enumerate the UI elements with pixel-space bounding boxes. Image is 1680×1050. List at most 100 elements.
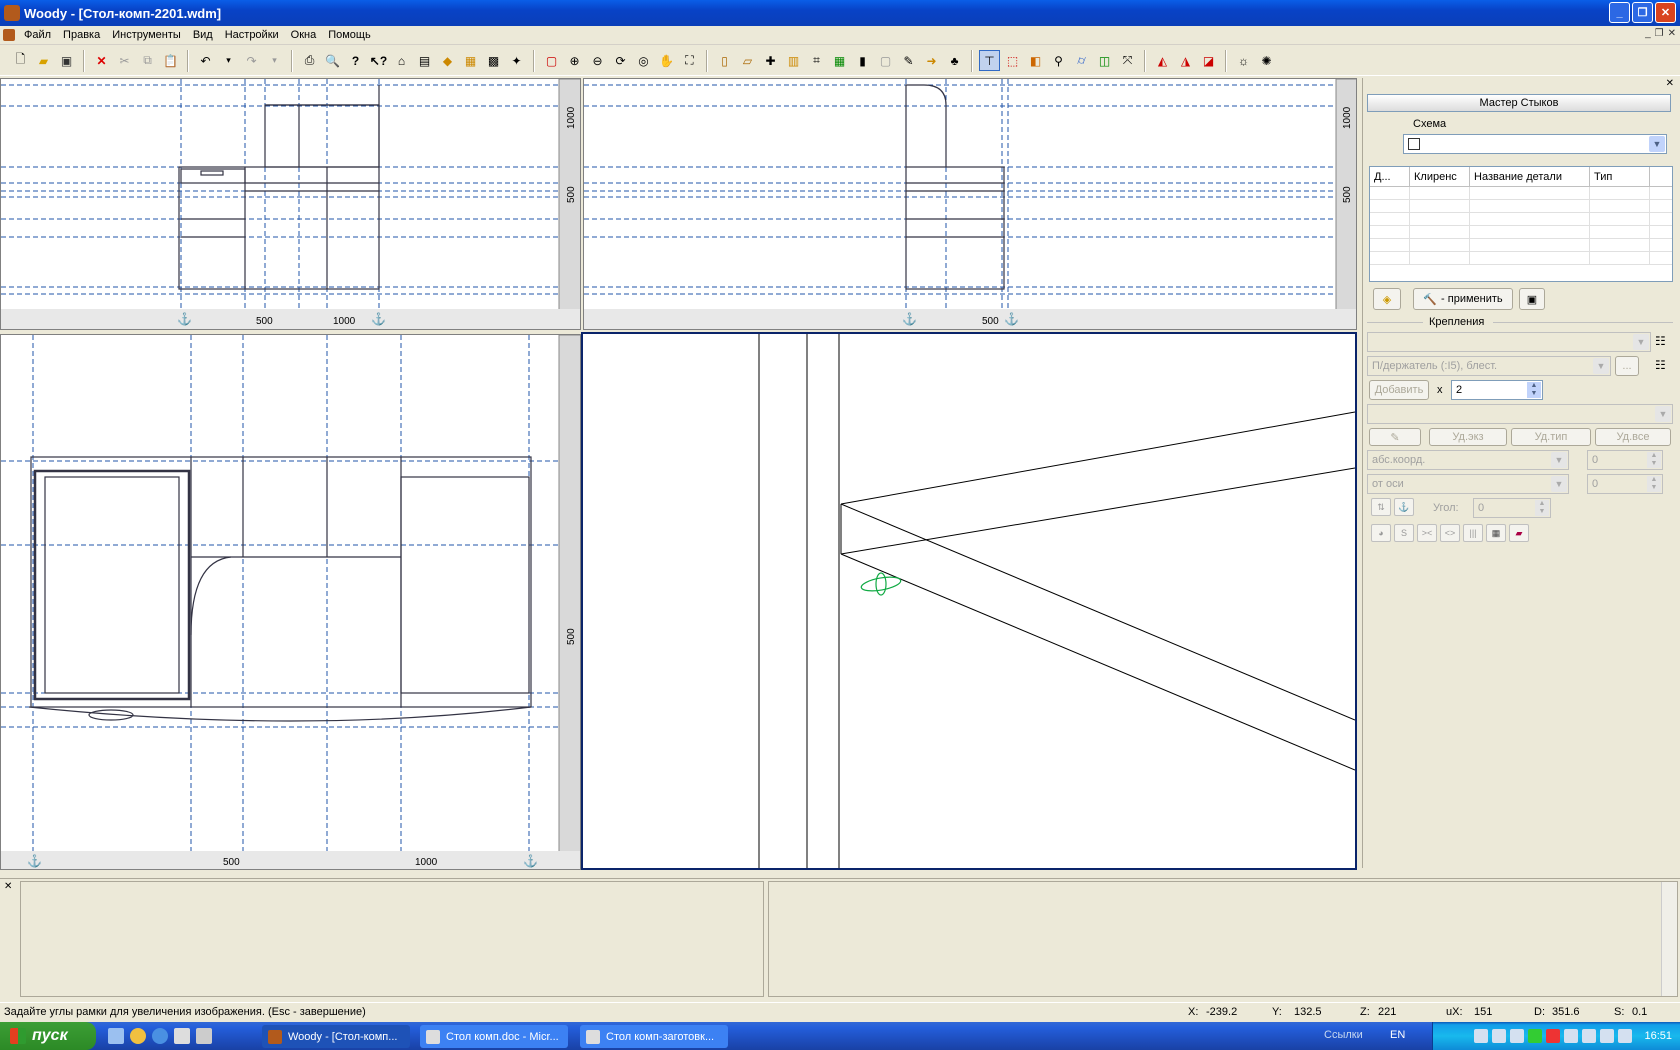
col-part-name[interactable]: Название детали	[1470, 167, 1590, 186]
tool-b-icon[interactable]: ▤	[414, 50, 435, 71]
task-woody[interactable]: Woody - [Стол-комп...	[262, 1025, 410, 1048]
panel-header[interactable]: Мастер Стыков	[1367, 94, 1671, 112]
mdi-close-button[interactable]: ✕	[1668, 28, 1676, 39]
col-type[interactable]: Тип	[1590, 167, 1650, 186]
bottom-close-icon[interactable]: ✕	[4, 881, 12, 892]
light-icon[interactable]: ✺	[1256, 50, 1277, 71]
menu-view[interactable]: Вид	[187, 29, 219, 41]
menu-file[interactable]: Файл	[18, 29, 57, 41]
panel-d-icon[interactable]: ▥	[783, 50, 804, 71]
tool-red-b-icon[interactable]: ◮	[1175, 50, 1196, 71]
tool-a-icon[interactable]: ⌂	[391, 50, 412, 71]
scheme-select[interactable]: ▼	[1403, 134, 1667, 154]
spin-arrows-icon[interactable]: ▲ ▼	[1527, 382, 1541, 398]
table-row[interactable]	[1370, 213, 1672, 226]
update-icon[interactable]	[1564, 1029, 1579, 1043]
print-preview-icon[interactable]: 🔍	[322, 50, 343, 71]
tool-red-a-icon[interactable]: ◭	[1152, 50, 1173, 71]
view-front-icon[interactable]: ⊤	[979, 50, 1000, 71]
output-pane[interactable]	[20, 881, 764, 997]
book-icon[interactable]: ▰	[1509, 524, 1529, 542]
app-icon[interactable]	[196, 1028, 212, 1044]
task-word-doc[interactable]: Стол комп.doc - Micr...	[420, 1025, 568, 1048]
network-icon[interactable]	[1474, 1029, 1489, 1043]
panel-j-icon[interactable]: ➜	[921, 50, 942, 71]
fastener-select[interactable]: П/держатель (:I5), блест. ▼	[1367, 356, 1611, 376]
redo-dropdown-icon[interactable]: ▾	[264, 50, 285, 71]
view-shaded-icon[interactable]: ◧	[1025, 50, 1046, 71]
antivirus-icon[interactable]	[1528, 1029, 1543, 1043]
offset-input-2[interactable]: 0 ▲ ▼	[1587, 474, 1663, 494]
close-button[interactable]: ✕	[1655, 2, 1676, 23]
panel-close-icon[interactable]: ✕	[1666, 78, 1674, 89]
coord-mode-select[interactable]: абс.коорд. ▼	[1367, 450, 1569, 470]
offset-input-1[interactable]: 0 ▲ ▼	[1587, 450, 1663, 470]
menu-edit[interactable]: Правка	[57, 29, 106, 41]
rotate-icon[interactable]: ⟳	[610, 50, 631, 71]
count-input[interactable]: 2 ▲ ▼	[1451, 380, 1543, 400]
menu-windows[interactable]: Окна	[285, 29, 323, 41]
fastener-instance-select[interactable]: ▼	[1367, 404, 1673, 424]
new-file-icon[interactable]: 🗋	[10, 50, 31, 71]
restore-button[interactable]: ❐	[1632, 2, 1653, 23]
top-view-viewport[interactable]: 500 500 1000 ⚓ ⚓	[0, 334, 581, 870]
tool-d-icon[interactable]: ▦	[460, 50, 481, 71]
calculator-icon[interactable]: ▦	[1486, 524, 1506, 542]
view-fit-icon[interactable]: ⤧	[1117, 50, 1138, 71]
undo-dropdown-icon[interactable]: ▾	[218, 50, 239, 71]
language-indicator[interactable]: EN	[1390, 1029, 1405, 1041]
lamp-icon[interactable]: ☼	[1233, 50, 1254, 71]
panel-f-icon[interactable]: ▦	[829, 50, 850, 71]
panel-c-icon[interactable]: ✚	[760, 50, 781, 71]
3d-view-viewport[interactable]	[581, 332, 1357, 870]
orbit-icon[interactable]: ◎	[633, 50, 654, 71]
context-help-icon[interactable]: ↖?	[368, 50, 389, 71]
messenger-icon[interactable]	[1600, 1029, 1615, 1043]
col-clearance[interactable]: Клиренс	[1410, 167, 1470, 186]
zoom-window-icon[interactable]: ▢	[541, 50, 562, 71]
view-layers-icon[interactable]: ◫	[1094, 50, 1115, 71]
browse-button[interactable]: ...	[1615, 356, 1639, 376]
desktop-icon[interactable]	[108, 1028, 124, 1044]
magic-wand-icon[interactable]: ✦	[506, 50, 527, 71]
browser-icon[interactable]	[130, 1028, 146, 1044]
help-icon[interactable]: ?	[345, 50, 366, 71]
flip-vertical-icon[interactable]: ⇅	[1371, 498, 1391, 516]
redo-icon[interactable]: ↷	[241, 50, 262, 71]
zoom-prev-icon[interactable]: ⊖	[587, 50, 608, 71]
tool-e-icon[interactable]: ▩	[483, 50, 504, 71]
apply-button[interactable]: 🔨 - применить	[1413, 288, 1513, 310]
angle-input[interactable]: 0 ▲ ▼	[1473, 498, 1551, 518]
start-button[interactable]: пуск	[0, 1022, 96, 1050]
menu-settings[interactable]: Настройки	[219, 29, 285, 41]
save-icon[interactable]: ▣	[56, 50, 77, 71]
eraser-button[interactable]: ◈	[1373, 288, 1401, 310]
mdi-minimize-button[interactable]: _	[1645, 28, 1651, 39]
table-row[interactable]	[1370, 200, 1672, 213]
tool-red-c-icon[interactable]: ◪	[1198, 50, 1219, 71]
delete-all-button[interactable]: Уд.все	[1595, 428, 1671, 446]
spin-arrows-icon[interactable]: ▲ ▼	[1647, 476, 1661, 492]
cut-icon[interactable]: ✂	[114, 50, 135, 71]
volume-icon[interactable]	[1510, 1029, 1525, 1043]
view-cylinder-icon[interactable]: ⌭	[1071, 50, 1092, 71]
menu-tools[interactable]: Инструменты	[106, 29, 187, 41]
properties-pane[interactable]	[768, 881, 1678, 997]
task-word-blank[interactable]: Стол комп-заготовк...	[580, 1025, 728, 1048]
clock[interactable]: 16:51	[1644, 1030, 1672, 1042]
add-button[interactable]: Добавить	[1369, 380, 1429, 400]
pick-button[interactable]: ✎	[1369, 428, 1421, 446]
delete-copy-button[interactable]: Уд.экз	[1429, 428, 1507, 446]
copy-icon[interactable]: ⧉	[137, 50, 158, 71]
mdi-restore-button[interactable]: ❐	[1655, 28, 1664, 39]
bars-icon[interactable]: |||	[1463, 524, 1483, 542]
panel-b-icon[interactable]: ▱	[737, 50, 758, 71]
undo-icon[interactable]: ↶	[195, 50, 216, 71]
s-toggle-icon[interactable]: S	[1394, 524, 1414, 542]
zoom-extents-icon[interactable]: ⛶	[679, 50, 700, 71]
open-folder-icon[interactable]: ▰	[33, 50, 54, 71]
joints-table[interactable]: Д... Клиренс Название детали Тип	[1369, 166, 1673, 282]
save-scheme-button[interactable]: ▣	[1519, 288, 1545, 310]
delete-type-button[interactable]: Уд.тип	[1511, 428, 1591, 446]
security-icon[interactable]	[1546, 1029, 1561, 1043]
